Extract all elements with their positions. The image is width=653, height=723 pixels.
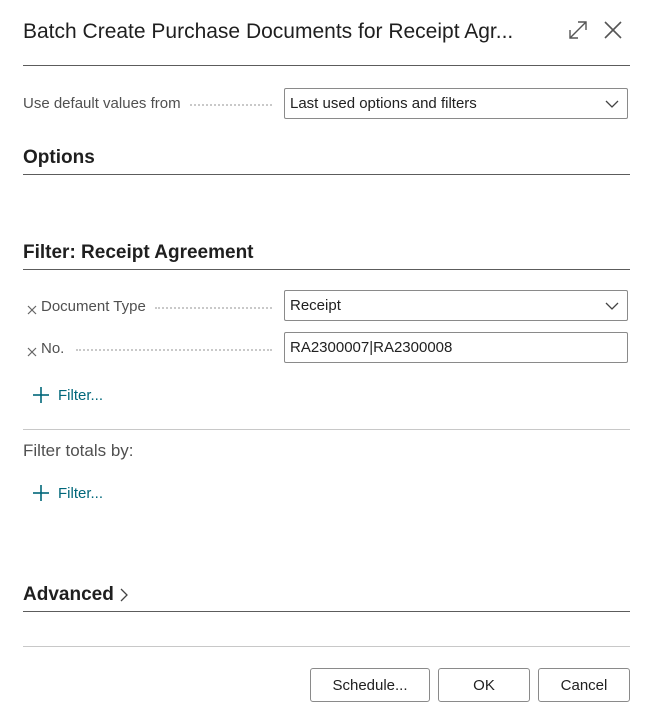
no-input[interactable]: RA2300007|RA2300008 [284,332,628,363]
remove-filter-icon[interactable] [27,344,37,357]
defaults-value: Last used options and filters [290,95,477,112]
chevron-right-icon [120,588,128,602]
options-divider [23,174,630,175]
chevron-down-icon [605,100,619,108]
schedule-button[interactable]: Schedule... [310,668,430,702]
dialog-title: Batch Create Purchase Documents for Rece… [23,20,514,43]
advanced-divider [23,611,630,612]
no-dots [76,349,272,351]
plus-icon [33,387,49,403]
defaults-select[interactable]: Last used options and filters [284,88,628,119]
chevron-down-icon [605,302,619,310]
document-type-value: Receipt [290,297,341,314]
filter-divider [23,269,630,270]
document-type-select[interactable]: Receipt [284,290,628,321]
ok-button[interactable]: OK [438,668,530,702]
cancel-button[interactable]: Cancel [538,668,630,702]
add-filter-label: Filter... [58,386,104,404]
footer-divider [23,646,630,647]
document-type-dots [155,307,272,309]
plus-icon [33,485,49,501]
expand-icon[interactable] [566,18,590,42]
no-label: No. [41,340,65,357]
add-totals-filter-label: Filter... [58,484,104,502]
defaults-dots [190,104,272,106]
add-totals-filter-button[interactable]: Filter... [32,484,103,502]
totals-divider [23,429,630,430]
document-type-label: Document Type [41,298,146,315]
advanced-heading: Advanced [23,584,114,605]
defaults-label: Use default values from [23,95,181,112]
filter-heading: Filter: Receipt Agreement [23,242,254,263]
options-heading[interactable]: Options [23,146,95,170]
add-filter-button[interactable]: Filter... [32,386,103,404]
header-divider [23,65,630,66]
remove-filter-icon[interactable] [27,302,37,315]
no-value: RA2300007|RA2300008 [290,339,453,356]
totals-heading: Filter totals by: [23,441,134,460]
close-icon[interactable] [601,18,625,42]
advanced-toggle[interactable]: Advanced [23,583,130,607]
